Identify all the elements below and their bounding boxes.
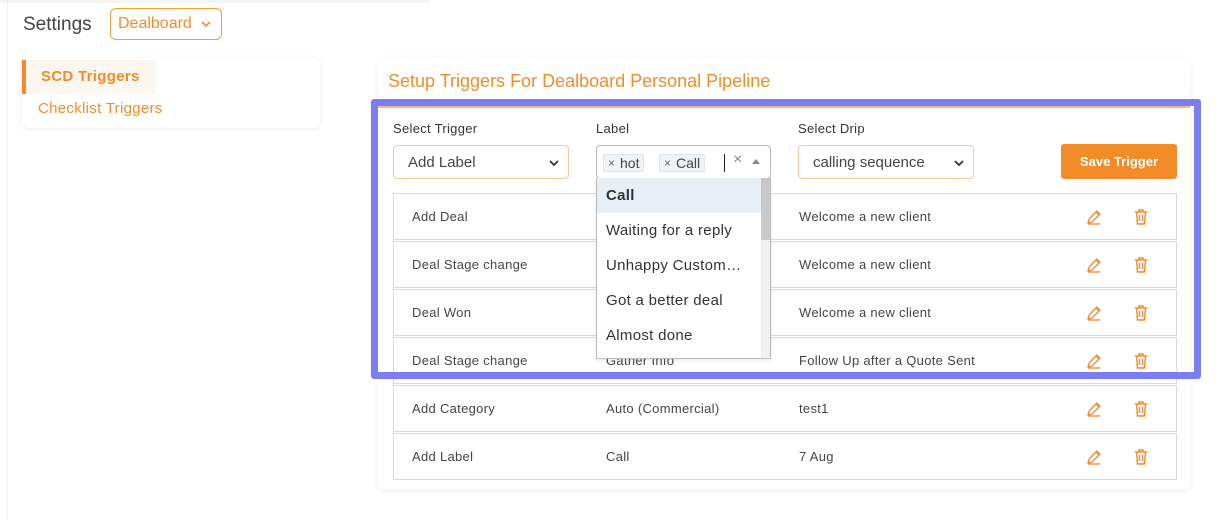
table-row: Add Deal Welcome a new client bbox=[393, 193, 1177, 240]
label-tag-text: hot bbox=[620, 155, 640, 171]
trash-icon[interactable] bbox=[1132, 256, 1150, 274]
board-select-value: Dealboard bbox=[118, 15, 192, 32]
dropdown-option[interactable]: Got a better deal bbox=[597, 283, 761, 318]
app-frame: Settings Dealboard SCD Triggers Checklis… bbox=[0, 0, 1224, 520]
drip-cell: Follow Up after a Quote Sent bbox=[799, 353, 976, 368]
sidebar-item-scd-triggers[interactable]: SCD Triggers bbox=[22, 60, 156, 94]
drip-cell: Welcome a new client bbox=[799, 257, 932, 272]
trash-icon[interactable] bbox=[1132, 304, 1150, 322]
remove-tag-icon[interactable]: × bbox=[608, 156, 615, 170]
trigger-cell: Add Category bbox=[412, 401, 496, 416]
pencil-icon[interactable] bbox=[1085, 352, 1103, 370]
drip-cell: 7 Aug bbox=[799, 449, 834, 464]
dropdown-option[interactable]: Call bbox=[597, 178, 761, 213]
trigger-cell: Deal Won bbox=[412, 305, 472, 320]
clear-icon[interactable]: × bbox=[733, 151, 742, 169]
top-divider bbox=[0, 0, 430, 3]
pencil-icon[interactable] bbox=[1085, 400, 1103, 418]
label-cell: Auto (Commercial) bbox=[606, 401, 720, 416]
table-row: Deal Won Welcome a new client bbox=[393, 289, 1177, 336]
dropdown-scroll-thumb[interactable] bbox=[761, 178, 770, 240]
left-divider bbox=[7, 0, 8, 520]
page-title: Settings bbox=[23, 14, 92, 35]
dropdown-option[interactable]: Unhappy Custom… bbox=[597, 248, 761, 283]
save-trigger-button[interactable]: Save Trigger bbox=[1061, 144, 1177, 179]
label-tag: × hot bbox=[603, 154, 645, 172]
drip-cell: Welcome a new client bbox=[799, 209, 932, 224]
chevron-down-icon bbox=[201, 21, 211, 28]
trash-icon[interactable] bbox=[1132, 448, 1150, 466]
board-select[interactable]: Dealboard bbox=[110, 8, 222, 40]
table-row: Add Category Auto (Commercial) test1 bbox=[393, 385, 1177, 432]
drip-cell: test1 bbox=[799, 401, 829, 416]
sidebar: SCD Triggers Checklist Triggers bbox=[22, 58, 320, 128]
pencil-icon[interactable] bbox=[1085, 304, 1103, 322]
label-multiselect[interactable]: × hot × Call × bbox=[596, 145, 771, 179]
trigger-select-value: Add Label bbox=[408, 153, 476, 171]
table-row: Deal Stage change Welcome a new client bbox=[393, 241, 1177, 288]
chevron-down-icon bbox=[549, 160, 559, 167]
trash-icon[interactable] bbox=[1132, 352, 1150, 370]
drip-select-value: calling sequence bbox=[813, 153, 925, 171]
trigger-field-label: Select Trigger bbox=[393, 121, 478, 136]
pencil-icon[interactable] bbox=[1085, 448, 1103, 466]
trigger-cell: Add Label bbox=[412, 449, 474, 464]
label-cell: Call bbox=[606, 449, 630, 464]
drip-field-label: Select Drip bbox=[798, 121, 865, 136]
label-field-label: Label bbox=[596, 121, 630, 136]
dropdown-scrollbar[interactable] bbox=[761, 178, 770, 358]
table-row: Add Label Call 7 Aug bbox=[393, 433, 1177, 480]
dropdown-option[interactable]: Waiting for a reply bbox=[597, 213, 761, 248]
chevron-down-icon bbox=[954, 160, 964, 167]
drip-select[interactable]: calling sequence bbox=[798, 145, 974, 179]
label-tag: × Call bbox=[659, 154, 706, 172]
remove-tag-icon[interactable]: × bbox=[664, 156, 671, 170]
table-row: Deal Stage change Gather Info Follow Up … bbox=[393, 337, 1177, 384]
pencil-icon[interactable] bbox=[1085, 208, 1103, 226]
triggers-table: Add Deal Welcome a new client Deal Stage… bbox=[393, 193, 1177, 481]
trigger-cell: Deal Stage change bbox=[412, 353, 528, 368]
text-cursor bbox=[724, 154, 725, 172]
pencil-icon[interactable] bbox=[1085, 256, 1103, 274]
trigger-cell: Deal Stage change bbox=[412, 257, 528, 272]
triggers-card: Setup Triggers For Dealboard Personal Pi… bbox=[378, 58, 1190, 490]
trigger-select[interactable]: Add Label bbox=[393, 145, 569, 179]
section-title: Setup Triggers For Dealboard Personal Pi… bbox=[388, 71, 771, 91]
label-dropdown: Call Waiting for a reply Unhappy Custom…… bbox=[596, 178, 771, 359]
drip-cell: Welcome a new client bbox=[799, 305, 932, 320]
sidebar-item-checklist-triggers[interactable]: Checklist Triggers bbox=[38, 100, 163, 117]
trash-icon[interactable] bbox=[1132, 208, 1150, 226]
trash-icon[interactable] bbox=[1132, 400, 1150, 418]
trigger-cell: Add Deal bbox=[412, 209, 468, 224]
section-divider bbox=[378, 106, 1190, 108]
dropdown-option[interactable]: Almost done bbox=[597, 318, 761, 353]
label-tag-text: Call bbox=[676, 155, 701, 171]
caret-up-icon[interactable] bbox=[752, 159, 760, 164]
